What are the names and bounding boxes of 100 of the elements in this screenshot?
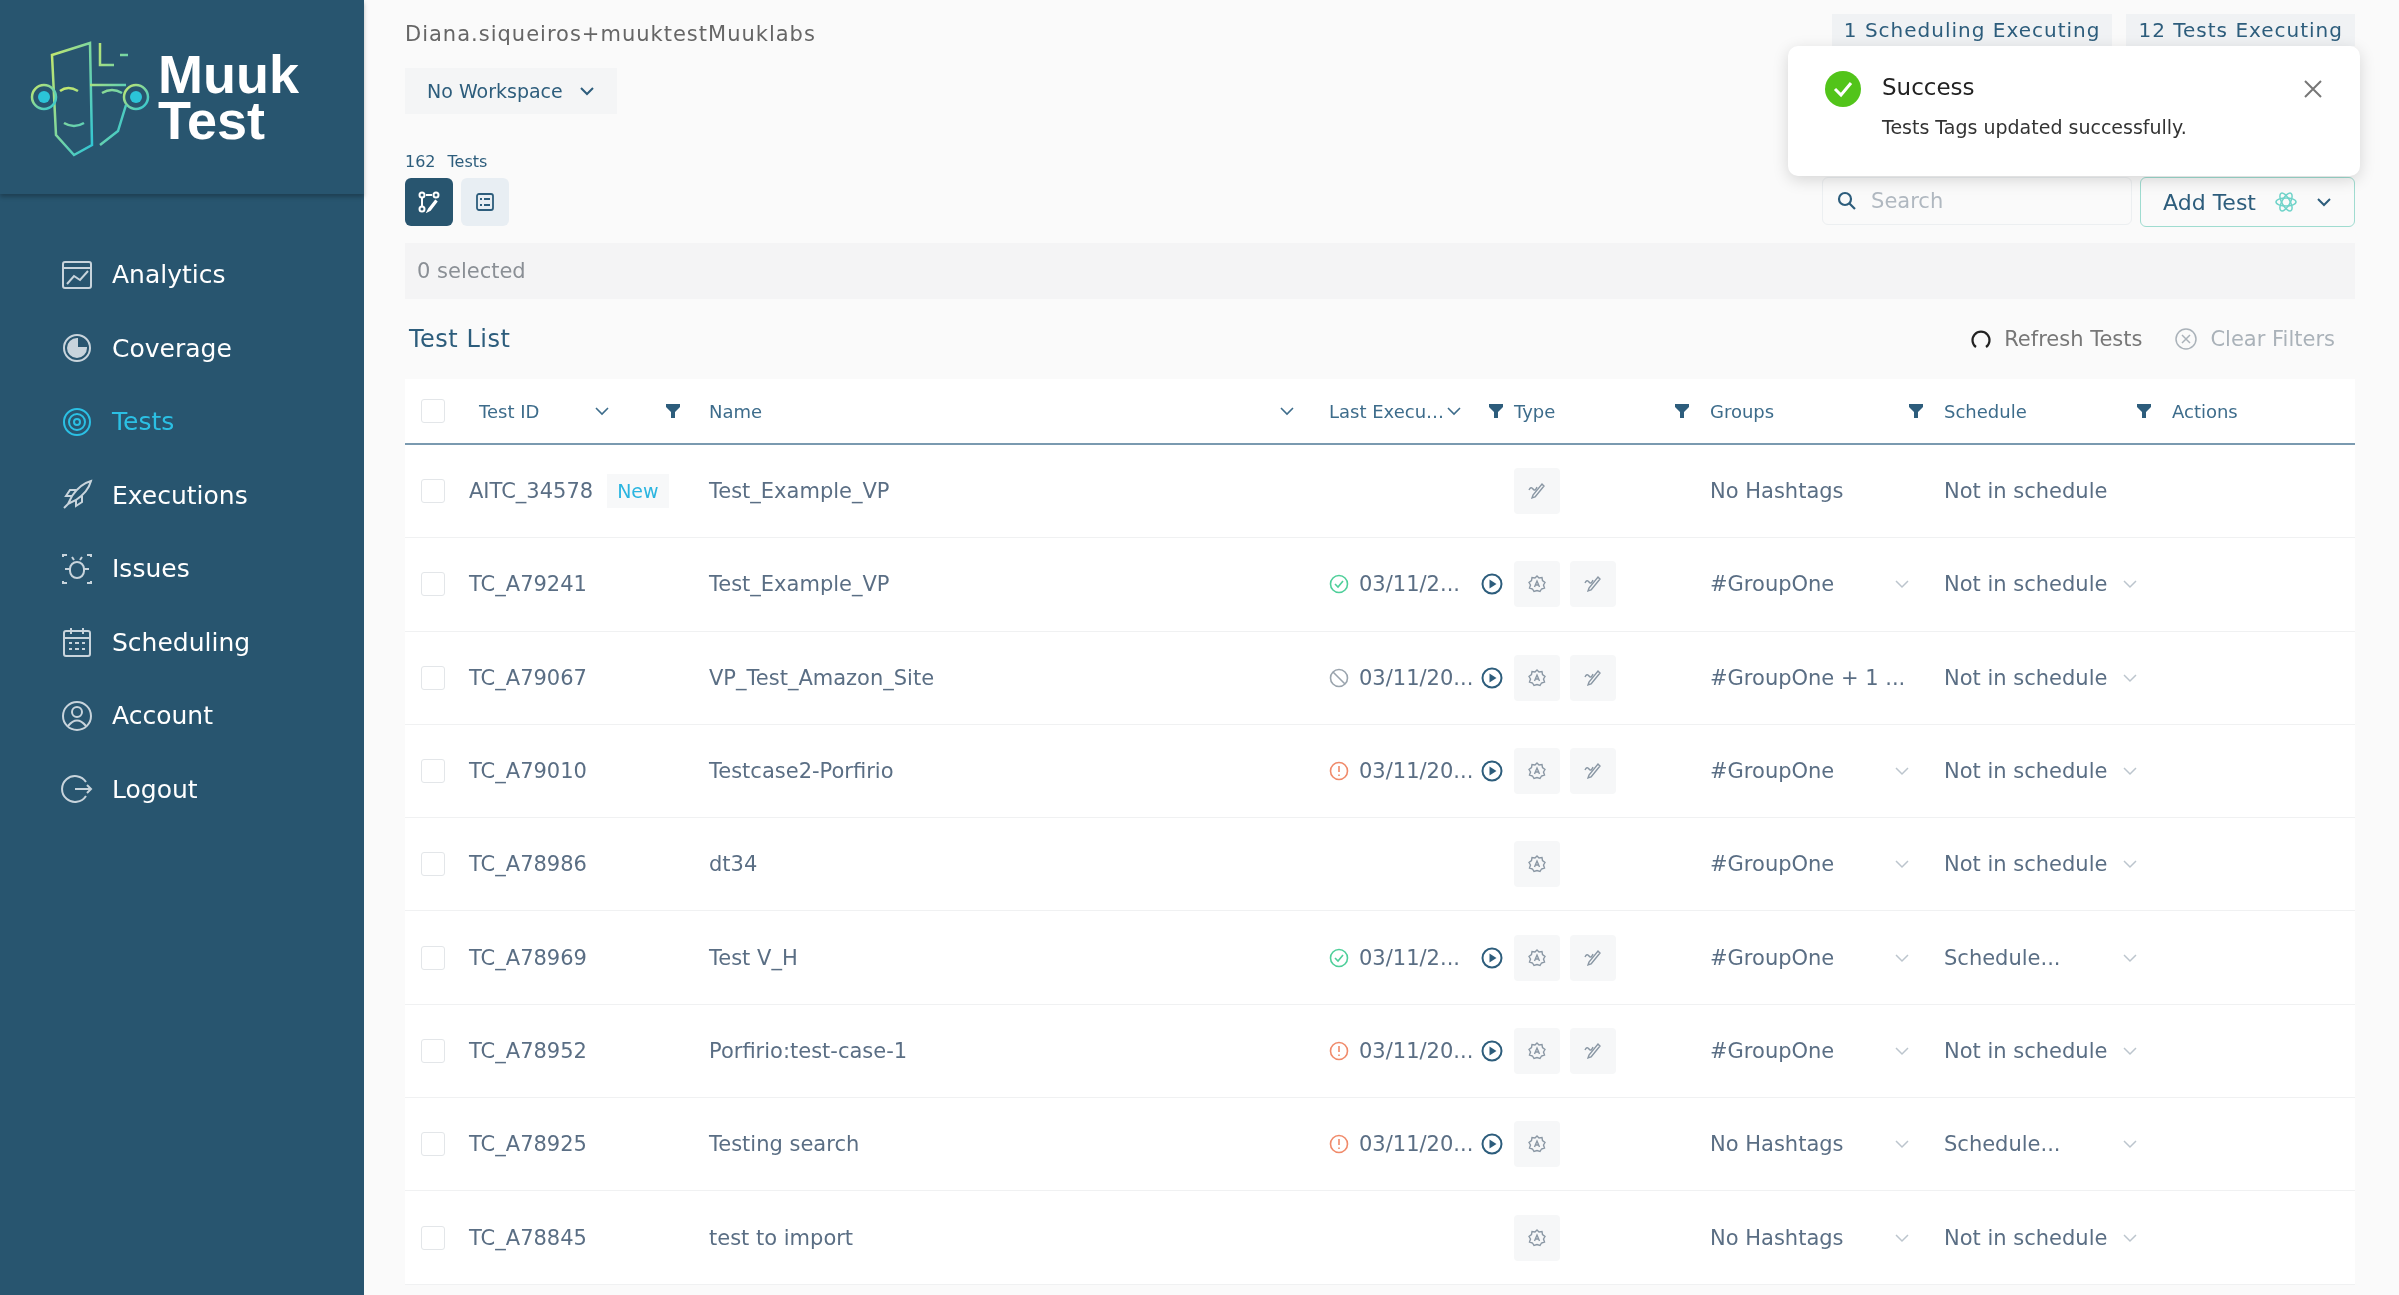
filter-icon[interactable] [665,403,681,419]
row-checkbox[interactable] [421,945,445,970]
play-icon[interactable] [1481,1133,1503,1156]
filter-icon[interactable] [1488,403,1505,419]
user-icon [60,698,94,733]
list-icon [475,192,495,212]
row-checkbox[interactable] [421,572,445,597]
select-all-checkbox[interactable] [421,399,445,423]
list-title: Test List [409,325,511,353]
play-icon[interactable] [1481,573,1503,596]
flow-view-button[interactable] [405,178,453,226]
dropdown-caret-icon[interactable] [2122,952,2138,963]
dropdown-caret-icon[interactable] [2122,1232,2138,1243]
count-label: Tests [447,152,488,171]
atom-icon [2274,190,2298,214]
row-checkbox[interactable] [421,1038,445,1063]
play-icon[interactable] [1481,946,1503,969]
chevron-down-icon [2316,197,2332,207]
sidebar-item[interactable]: Analytics [0,238,364,312]
dropdown-caret-icon[interactable] [1894,1232,1910,1243]
row-checkbox[interactable] [421,665,445,690]
refresh-icon [1970,328,1993,350]
row-checkbox[interactable] [421,852,445,877]
schedule-status: Not in schedule [1944,852,2108,877]
status-badge[interactable]: 12 Tests Executing [2126,14,2355,46]
sidebar-item[interactable]: Account [0,679,364,753]
test-id: AITC_34578 [469,479,594,504]
group-tags: #GroupOne + 1 ... [1710,665,1906,690]
dropdown-caret-icon[interactable] [1894,579,1910,590]
dropdown-caret-icon[interactable] [1894,952,1910,963]
play-icon[interactable] [1481,760,1503,783]
group-tags: #GroupOne [1710,759,1835,784]
refresh-tests-button[interactable]: Refresh Tests [1964,326,2149,352]
selection-count: 0 selected [417,259,526,283]
add-test-button[interactable]: Add Test [2140,177,2355,227]
list-view-button[interactable] [461,178,509,226]
dropdown-caret-icon[interactable] [2122,859,2138,870]
dropdown-caret-icon[interactable] [1894,1139,1910,1150]
sidebar-item[interactable]: Executions [0,458,364,532]
test-name[interactable]: Test_Example_VP [709,572,890,597]
dropdown-caret-icon[interactable] [1894,1045,1910,1056]
sort-caret-icon[interactable] [594,406,611,416]
sort-caret-icon[interactable] [1279,406,1295,416]
row-checkbox[interactable] [421,1225,445,1250]
schedule-status: Not in schedule [1944,479,2108,504]
column-header[interactable]: Groups [1710,400,1775,422]
dropdown-caret-icon[interactable] [2122,1139,2138,1150]
workspace-dropdown[interactable]: No Workspace [405,68,617,114]
test-id: TC_A78969 [469,945,587,970]
execution-date: 03/11/20... [1359,759,1471,784]
sidebar-item[interactable]: Logout [0,752,364,826]
filter-icon[interactable] [1908,403,1924,419]
close-icon[interactable] [2302,78,2324,100]
filter-icon[interactable] [1674,403,1690,419]
row-checkbox[interactable] [421,1132,445,1157]
sidebar-item[interactable]: Coverage [0,311,364,385]
row-checkbox[interactable] [421,479,445,504]
group-tags: No Hashtags [1710,1225,1844,1250]
test-id: TC_A78952 [469,1038,587,1063]
column-header[interactable]: Name [709,400,763,422]
dropdown-caret-icon[interactable] [2122,579,2138,590]
row-checkbox[interactable] [421,759,445,784]
test-name[interactable]: Testcase2-Porfirio [709,759,894,784]
sidebar-item[interactable]: Scheduling [0,605,364,679]
logo-wordmark: Muuk Test [158,51,299,143]
column-header[interactable]: Actions [2172,400,2238,422]
search-input[interactable]: Search [1869,188,2114,214]
test-name[interactable]: Test V_H [709,945,798,970]
play-icon[interactable] [1481,1039,1503,1062]
dropdown-caret-icon[interactable] [1894,766,1910,777]
test-name[interactable]: Testing search [709,1132,860,1157]
group-tags: No Hashtags [1710,1132,1844,1157]
dropdown-caret-icon[interactable] [2122,1045,2138,1056]
test-name[interactable]: VP_Test_Amazon_Site [709,665,935,690]
test-name[interactable]: dt34 [709,852,758,877]
execution-date: 03/11/20... [1359,1132,1471,1157]
execution-date: 03/11/2... [1359,572,1461,597]
dropdown-caret-icon[interactable] [2122,766,2138,777]
execution-date: 03/11/20... [1359,665,1471,690]
search-field[interactable]: Search [1822,177,2133,225]
column-header[interactable]: Type [1514,400,1556,422]
column-header[interactable]: Schedule [1944,400,2027,422]
column-header[interactable]: Test ID [479,400,540,422]
sidebar-item[interactable]: Issues [0,532,364,606]
dropdown-caret-icon[interactable] [1894,859,1910,870]
sidebar-item[interactable]: Tests [0,385,364,459]
status-badge[interactable]: 1 Scheduling Executing [1831,14,2113,46]
schedule-status: Not in schedule [1944,759,2108,784]
test-name[interactable]: Test_Example_VP [709,479,890,504]
test-name[interactable]: test to import [709,1225,854,1250]
user-name: Diana.siqueiros+muuktestMuuklabs [405,22,816,46]
play-icon[interactable] [1481,666,1503,689]
sort-caret-icon[interactable] [1446,406,1463,416]
column-header[interactable]: Last Execu… [1329,400,1445,422]
dropdown-caret-icon[interactable] [2122,672,2138,683]
test-name[interactable]: Porfirio:test-case-1 [709,1038,908,1063]
schedule-status: Schedule... [1944,945,2061,970]
chevron-down-icon [578,86,595,96]
filter-icon[interactable] [2136,403,2152,419]
schedule-status: Not in schedule [1944,665,2108,690]
